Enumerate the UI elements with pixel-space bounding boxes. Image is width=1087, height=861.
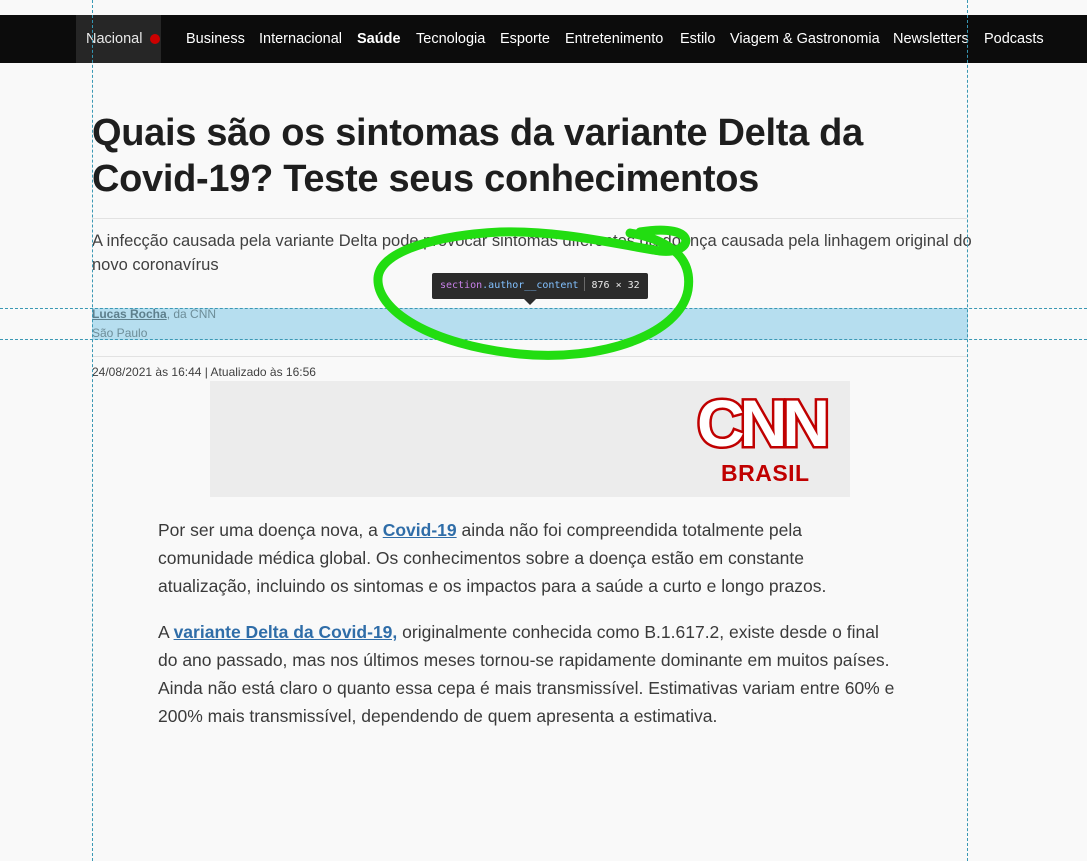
nav-item-nacional[interactable]: Nacional	[76, 15, 161, 63]
tooltip-divider	[584, 277, 586, 291]
nav-item-esporte[interactable]: Esporte	[500, 15, 550, 63]
link-variante-delta[interactable]: variante Delta da Covid-19,	[174, 622, 398, 642]
devtools-element-tooltip: section.author__content 876 × 32	[432, 273, 648, 299]
divider	[92, 356, 967, 357]
article-dateline: 24/08/2021 às 16:44 | Atualizado às 16:5…	[92, 365, 316, 379]
tooltip-class: .author__content	[482, 280, 579, 291]
article-summary: A infecção causada pela variante Delta p…	[92, 232, 972, 274]
live-red-dot-icon	[150, 34, 161, 44]
nav-item-saude[interactable]: Saúde	[357, 15, 401, 63]
tooltip-size: 876 × 32	[591, 280, 640, 291]
tooltip-arrow-icon	[524, 299, 536, 305]
nav-item-business[interactable]: Business	[186, 15, 245, 63]
author-location: São Paulo	[92, 326, 148, 340]
link-covid-19[interactable]: Covid-19	[383, 520, 457, 540]
author-byline: Lucas Rocha, da CNN	[92, 307, 216, 321]
author-section-highlight	[92, 308, 968, 340]
paragraph-text: Por ser uma doença nova, a	[158, 520, 383, 540]
nav-item-internacional[interactable]: Internacional	[259, 15, 342, 63]
nav-item-newsletters[interactable]: Newsletters	[893, 15, 969, 63]
cnn-logo: CNN	[695, 384, 833, 463]
nav-item-entretenimento[interactable]: Entretenimento	[565, 15, 663, 63]
nav-item-estilo[interactable]: Estilo	[680, 15, 715, 63]
article-paragraph: Por ser uma doença nova, a Covid-19 aind…	[158, 516, 898, 600]
nav-item-viagem-gastronomia[interactable]: Viagem & Gastronomia	[730, 15, 880, 63]
nav-item-podcasts[interactable]: Podcasts	[984, 15, 1044, 63]
tooltip-tag: section	[440, 280, 483, 291]
author-outlet: , da CNN	[166, 307, 217, 321]
author-link[interactable]: Lucas Rocha	[92, 307, 167, 321]
nav-item-label: Nacional	[86, 31, 143, 47]
cnn-logo-brasil: BRASIL	[721, 460, 810, 486]
divider	[92, 218, 967, 219]
article-headline: Quais são os sintomas da variante Delta …	[92, 112, 863, 200]
paragraph-text: A	[158, 622, 174, 642]
article-paragraph: A variante Delta da Covid-19, originalme…	[158, 618, 898, 730]
nav-item-tecnologia[interactable]: Tecnologia	[416, 15, 485, 63]
top-navigation-bar: Nacional Business Internacional Saúde Te…	[0, 15, 1087, 63]
